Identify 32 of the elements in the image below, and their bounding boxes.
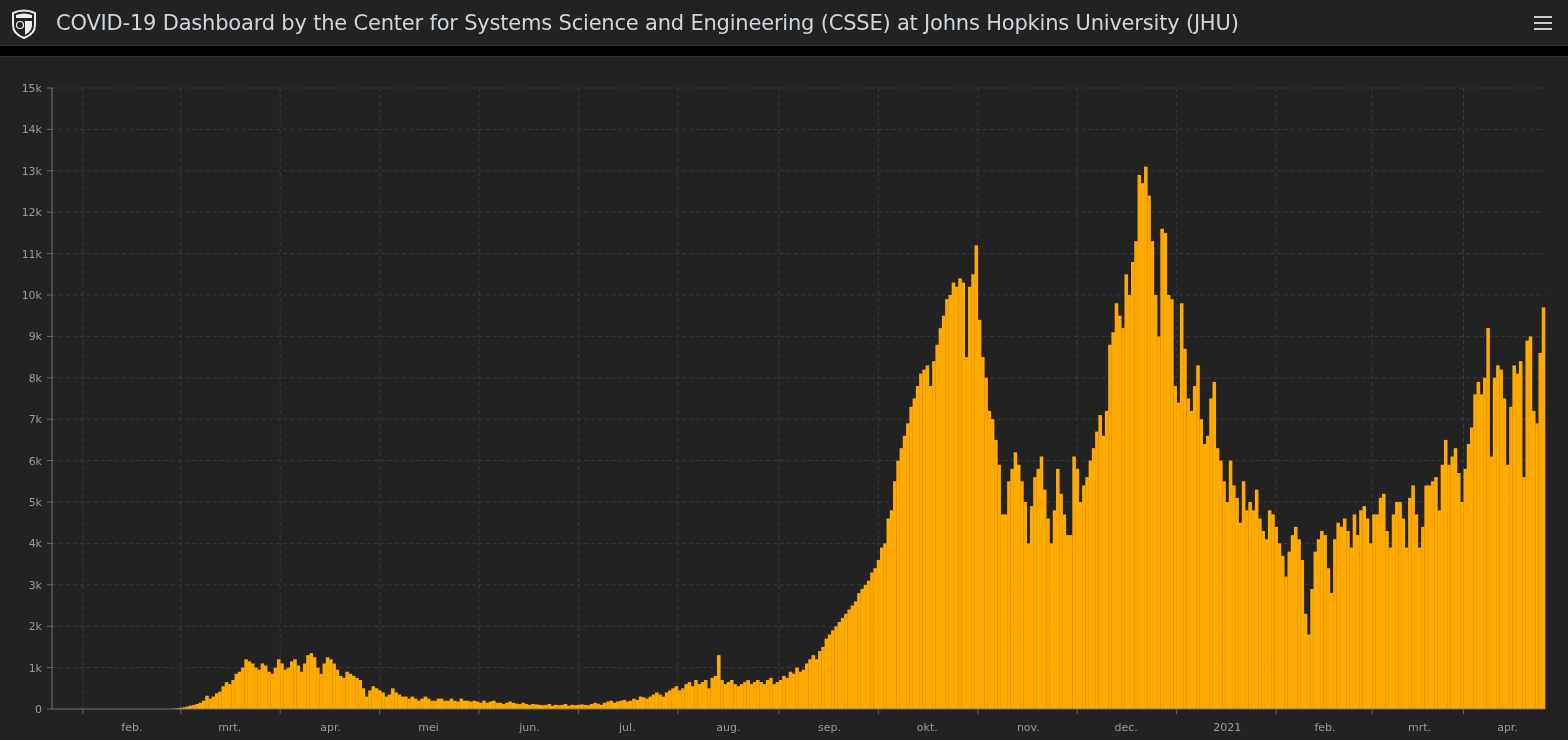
y-axis-label: 5k: [28, 496, 42, 509]
y-axis-label: 10k: [21, 289, 42, 302]
y-axis-label: 11k: [21, 247, 42, 261]
x-axis-label: nov.: [1016, 721, 1040, 734]
y-axis-label: 15k: [21, 82, 42, 95]
x-axis-label: sep.: [818, 721, 841, 734]
y-axis-label: 8k: [28, 371, 42, 385]
x-axis-label: jun.: [519, 721, 540, 734]
x-axis-label: jul.: [619, 721, 636, 734]
y-axis-label: 1k: [28, 661, 42, 675]
dashboard-title: COVID-19 Dashboard by the Center for Systems Science and Engineering (CSSE) at Johns Hopkins University (JHU): [56, 10, 1240, 35]
y-axis-label: 6k: [28, 454, 42, 468]
y-axis-label: 4k: [28, 537, 42, 551]
x-axis-label: mei: [418, 721, 439, 734]
x-axis-label: apr.: [1497, 721, 1518, 734]
x-axis-label: apr.: [320, 721, 342, 734]
x-axis-label: dec.: [1114, 721, 1138, 734]
y-axis-label: 9k: [28, 330, 42, 344]
y-axis-label: 7k: [28, 413, 42, 427]
x-axis-label: feb.: [1314, 721, 1336, 734]
x-axis-label: aug.: [716, 721, 741, 734]
x-axis-label: okt.: [916, 721, 938, 734]
y-axis-label: 2k: [28, 620, 42, 634]
y-axis-label: 3k: [28, 578, 42, 592]
y-axis-label: 0: [35, 703, 42, 716]
y-axis-label: 14k: [21, 123, 42, 137]
y-axis-label: 13k: [21, 164, 42, 178]
x-axis-label: feb.: [121, 721, 143, 734]
x-axis-label: mrt.: [1407, 721, 1432, 734]
x-axis-label: 2021: [1213, 721, 1242, 734]
x-axis-label: mrt.: [218, 721, 242, 734]
y-axis-label: 12k: [21, 206, 42, 220]
